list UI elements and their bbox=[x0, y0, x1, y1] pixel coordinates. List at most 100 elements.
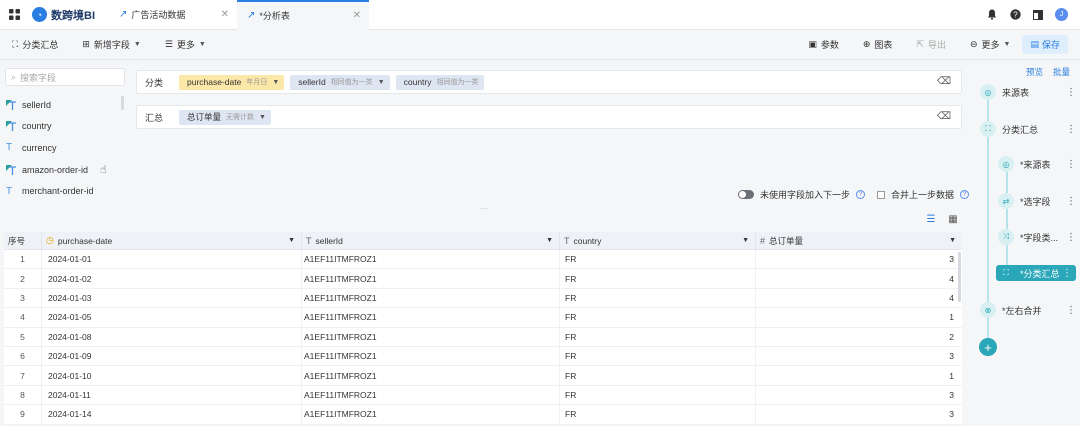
config-area: 分类 purchase-date 年月日 ▼ sellerId 相同值为一类 ▼… bbox=[136, 70, 962, 140]
caret-down-icon[interactable]: ▼ bbox=[949, 237, 956, 244]
close-icon[interactable]: ✕ bbox=[221, 9, 229, 20]
caret-down-icon[interactable]: ▼ bbox=[259, 114, 266, 121]
kebab-icon[interactable]: ⋮ bbox=[1066, 159, 1076, 170]
caret-down-icon[interactable]: ▼ bbox=[742, 237, 749, 244]
flow-node-source-2[interactable]: ◎ *来源表 ⋮ bbox=[998, 156, 1076, 172]
caret-down-icon[interactable]: ▼ bbox=[546, 237, 553, 244]
field-item[interactable]: sellerId bbox=[4, 94, 124, 116]
flow-node-field-type[interactable]: ⤨ *字段类... ⋮ bbox=[998, 229, 1076, 245]
cell-country: FR bbox=[560, 288, 756, 308]
table-row[interactable]: 5 2024-01-08 A1EF11ITMFROZ1 FR 2 bbox=[4, 327, 962, 347]
kebab-icon[interactable]: ⋮ bbox=[1062, 268, 1072, 279]
flow-node-group[interactable]: ⛶ 分类汇总 ⋮ bbox=[980, 121, 1076, 137]
node-label: 分类汇总 bbox=[1002, 124, 1039, 135]
table-row[interactable]: 9 2024-01-14 A1EF11ITMFROZ1 FR 3 bbox=[4, 404, 962, 425]
caret-down-icon[interactable]: ▼ bbox=[288, 237, 295, 244]
save-button[interactable]: ▤ 保存 bbox=[1022, 35, 1068, 54]
cell-country: FR bbox=[560, 268, 756, 289]
table-row[interactable]: 4 2024-01-05 A1EF11ITMFROZ1 FR 1 bbox=[4, 307, 962, 328]
app-logo[interactable]: ◔ 数跨境BI bbox=[28, 0, 109, 30]
summary-pill-orders[interactable]: 总订单量 无需计数 ▼ bbox=[179, 109, 271, 125]
row-view-icon[interactable]: ☰ bbox=[926, 214, 936, 225]
apps-grid-icon[interactable] bbox=[0, 0, 28, 30]
table-row[interactable]: 1 2024-01-01 A1EF11ITMFROZ1 FR 3 bbox=[4, 249, 962, 270]
caret-down-icon[interactable]: ▼ bbox=[272, 79, 279, 86]
params-button[interactable]: ▣ 参数 bbox=[796, 38, 851, 51]
resize-handle[interactable]: ⋯ bbox=[480, 204, 488, 213]
close-icon[interactable]: ✕ bbox=[353, 10, 361, 21]
table-row[interactable]: 3 2024-01-03 A1EF11ITMFROZ1 FR 4 bbox=[4, 288, 962, 309]
summary-row[interactable]: 汇总 总订单量 无需计数 ▼ ⌫ bbox=[136, 105, 962, 129]
toolbar: ⛶ 分类汇总 ⊞ 新增字段 ▼ ☰ 更多 ▼ ▣ 参数 ⊕ 图表 ⇱ 导出 ⊖ … bbox=[0, 30, 1080, 60]
avatar[interactable]: J bbox=[1055, 8, 1068, 21]
bell-icon[interactable] bbox=[986, 9, 998, 21]
table-row[interactable]: 7 2024-01-10 A1EF11ITMFROZ1 FR 1 bbox=[4, 365, 962, 386]
kebab-icon[interactable]: ⋮ bbox=[1066, 196, 1076, 207]
group-summary-button[interactable]: ⛶ 分类汇总 bbox=[0, 38, 70, 51]
flow-node-join[interactable]: ⊗ *左右合并 ⋮ bbox=[980, 302, 1076, 318]
column-header[interactable]: # 总订单量 ▼ bbox=[756, 232, 962, 250]
field-item[interactable]: T merchant-order-id bbox=[4, 180, 124, 202]
flow-connector bbox=[1006, 158, 1008, 278]
batch-link[interactable]: 批量 bbox=[1053, 66, 1070, 78]
column-header[interactable]: 序号 bbox=[4, 231, 42, 250]
group-pill-date[interactable]: purchase-date 年月日 ▼ bbox=[179, 74, 285, 90]
pill-sub: 无需计数 bbox=[226, 114, 255, 121]
table-row[interactable]: 2 2024-01-02 A1EF11ITMFROZ1 FR 4 bbox=[4, 268, 962, 289]
add-circle-icon: ⊕ bbox=[862, 39, 871, 49]
field-search[interactable]: ⌕ 搜索字段 bbox=[5, 68, 125, 86]
merge-checkbox[interactable] bbox=[877, 190, 886, 199]
grid-view-icon[interactable]: ▦ bbox=[948, 214, 958, 225]
table-row[interactable]: 8 2024-01-11 A1EF11ITMFROZ1 FR 3 bbox=[4, 385, 962, 406]
group-row[interactable]: 分类 purchase-date 年月日 ▼ sellerId 相同值为一类 ▼… bbox=[136, 70, 962, 94]
kebab-icon[interactable]: ⋮ bbox=[1066, 232, 1076, 243]
layout-icon[interactable] bbox=[1032, 9, 1044, 21]
table-scrollbar[interactable] bbox=[958, 252, 961, 302]
kebab-icon[interactable]: ⋮ bbox=[1066, 305, 1076, 316]
text-type-icon: T bbox=[306, 235, 312, 246]
cell-index: 7 bbox=[4, 365, 42, 386]
kebab-icon[interactable]: ⋮ bbox=[1066, 87, 1076, 98]
kebab-icon[interactable]: ⋮ bbox=[1066, 124, 1076, 135]
hierarchy-icon: ⛶ bbox=[980, 121, 996, 137]
field-item[interactable]: country bbox=[4, 116, 124, 138]
more-right-button[interactable]: ⊖ 更多 ▼ bbox=[958, 38, 1023, 51]
unused-fields-toggle[interactable] bbox=[738, 190, 754, 199]
caret-down-icon: ▼ bbox=[133, 41, 141, 48]
column-header[interactable]: ◷ purchase-date ▼ bbox=[42, 231, 302, 250]
flow-node-select-fields[interactable]: ⇄ *选字段 ⋮ bbox=[998, 193, 1076, 209]
column-header[interactable]: T country ▼ bbox=[560, 231, 756, 250]
export-button[interactable]: ⇱ 导出 bbox=[904, 38, 958, 51]
chart-button[interactable]: ⊕ 图表 bbox=[851, 38, 905, 51]
table-row[interactable]: 6 2024-01-09 A1EF11ITMFROZ1 FR 3 bbox=[4, 346, 962, 367]
add-node-button[interactable]: + bbox=[979, 338, 997, 356]
flow-node-source[interactable]: ◎ 来源表 ⋮ bbox=[980, 84, 1076, 100]
cell-orders: 3 bbox=[949, 351, 954, 362]
clear-icon[interactable]: ⌫ bbox=[937, 111, 951, 122]
tab-analysis[interactable]: ↗ *分析表 ✕ bbox=[237, 0, 369, 30]
cell-country: FR bbox=[560, 404, 756, 425]
cell-date: 2024-01-08 bbox=[42, 327, 302, 347]
group-pill-country[interactable]: country 相同值为一类 bbox=[395, 74, 484, 90]
help-icon[interactable]: ? bbox=[856, 190, 866, 199]
search-input[interactable]: 搜索字段 bbox=[20, 71, 56, 84]
help-icon[interactable]: ? bbox=[1009, 9, 1021, 21]
field-item[interactable]: T currency bbox=[4, 137, 124, 159]
field-item[interactable]: amazon-order-id ☝ bbox=[4, 159, 124, 181]
more-left-button[interactable]: ☰ 更多 ▼ bbox=[153, 38, 218, 51]
flow-node-group-active[interactable]: ⛶ *分类汇总 ⋮ bbox=[996, 265, 1076, 281]
data-table: 序号 ◷ purchase-date ▼ T sellerId ▼ T coun… bbox=[4, 231, 962, 425]
clear-icon[interactable]: ⌫ bbox=[937, 76, 951, 87]
caret-down-icon[interactable]: ▼ bbox=[378, 79, 385, 86]
group-pill-seller[interactable]: sellerId 相同值为一类 ▼ bbox=[290, 74, 390, 90]
column-title: purchase-date bbox=[57, 235, 113, 246]
chart-label: 图表 bbox=[874, 40, 893, 50]
table-body: 1 2024-01-01 A1EF11ITMFROZ1 FR 3 2 2024-01-02… bbox=[4, 249, 962, 425]
column-header[interactable]: T sellerId ▼ bbox=[302, 231, 560, 250]
cell-orders: 2 bbox=[949, 331, 954, 342]
preview-link[interactable]: 预览 bbox=[1026, 66, 1043, 78]
tab-ad-data[interactable]: ↗ 广告活动数据 ✕ bbox=[109, 0, 237, 30]
save-icon: ▤ bbox=[1030, 39, 1039, 49]
add-field-button[interactable]: ⊞ 新增字段 ▼ bbox=[70, 38, 153, 51]
shuffle-icon: ⤨ bbox=[998, 229, 1014, 245]
